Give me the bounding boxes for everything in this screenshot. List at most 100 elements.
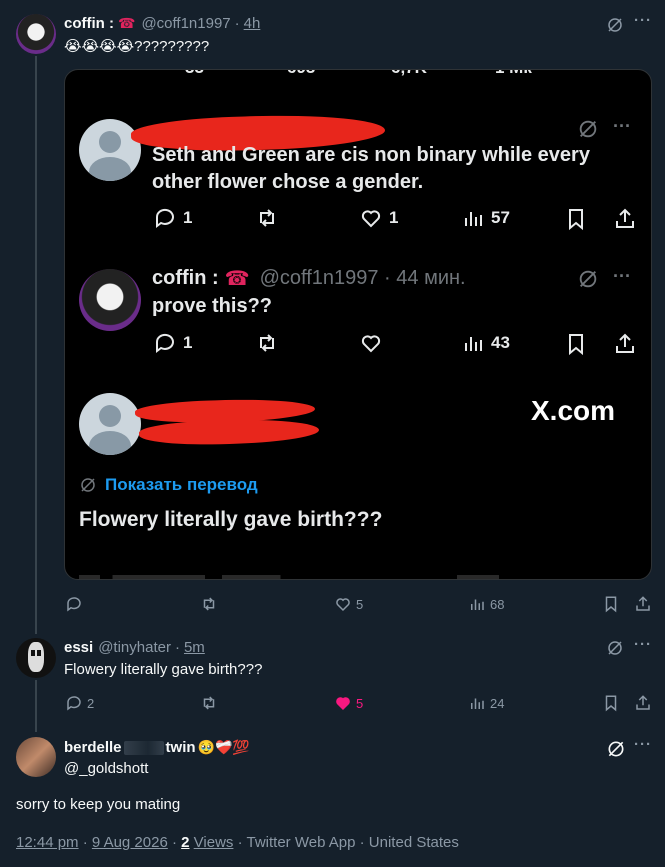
cropped-count: 693 — [287, 70, 315, 78]
share-icon — [616, 333, 634, 353]
watermark: X.com — [531, 395, 616, 426]
views-count: 68 — [490, 596, 505, 612]
phone-badge: ☎ — [118, 15, 136, 31]
reply-button[interactable] — [65, 595, 83, 613]
bookmark-icon — [605, 695, 617, 712]
decorative-glyphs — [123, 740, 164, 755]
retweet-button[interactable] — [200, 595, 218, 613]
avatar — [79, 269, 141, 331]
retweet-button[interactable] — [200, 694, 218, 712]
author-handle[interactable]: @tinyhater — [98, 639, 171, 656]
like-count: 1 — [389, 208, 399, 227]
author-handle[interactable]: @_goldshott — [64, 760, 148, 777]
reply-icon — [67, 696, 81, 711]
views-button[interactable]: 68 — [468, 595, 504, 613]
grok-icon[interactable] — [606, 16, 624, 34]
bookmark-button[interactable] — [602, 595, 620, 613]
views-icon — [465, 212, 482, 226]
inner-tweet-text: other flower chose a gender. — [152, 171, 424, 193]
share-icon — [636, 695, 650, 710]
tweet-date[interactable]: 9 Aug 2026 — [92, 834, 168, 851]
share-icon — [616, 208, 634, 228]
inner-tweet-text: Seth and Green are cis non binary while … — [152, 144, 590, 166]
more-icon[interactable]: ··· — [634, 12, 652, 29]
timestamp[interactable]: 4h — [244, 15, 261, 32]
reply-icon — [155, 333, 174, 353]
cropped-count: 33 — [185, 70, 204, 78]
inner-author-name: coffin : — [152, 267, 219, 289]
grok-icon — [81, 478, 95, 492]
default-avatar — [79, 393, 141, 455]
share-button[interactable] — [634, 595, 652, 613]
like-icon — [336, 697, 350, 711]
reply-icon — [67, 597, 81, 612]
like-icon — [336, 598, 350, 612]
author-name[interactable]: berdelle — [64, 739, 122, 756]
separator: · — [174, 639, 180, 656]
like-icon — [361, 210, 381, 228]
cropped-count: 6,7K — [391, 70, 427, 78]
more-icon[interactable]: ··· — [634, 736, 652, 753]
cropped-footer — [79, 575, 499, 579]
tweet-time[interactable]: 12:44 pm — [16, 834, 79, 851]
retweet-icon — [203, 696, 215, 710]
retweet-icon — [203, 597, 215, 611]
author-name[interactable]: coffin : — [64, 15, 114, 32]
grok-icon[interactable] — [606, 739, 626, 759]
thread-line — [35, 56, 37, 634]
attached-image[interactable]: 33 693 6,7K 1 Mк ··· Seth and Green are … — [64, 69, 652, 580]
reply-button[interactable]: 2 — [65, 694, 94, 712]
author-handle[interactable]: @coff1n1997 — [141, 15, 230, 32]
reply-count: 1 — [183, 333, 193, 352]
like-button[interactable]: 5 — [334, 595, 363, 613]
more-icon: ··· — [613, 116, 631, 136]
cropped-count: 1 Mк — [495, 70, 532, 78]
main-tweet-text: sorry to keep you mating — [16, 796, 181, 813]
views-count: 24 — [490, 695, 505, 711]
share-button[interactable] — [634, 694, 652, 712]
views-icon — [471, 599, 484, 610]
views-icon — [471, 698, 484, 709]
like-count: 5 — [356, 596, 364, 612]
more-icon: ··· — [613, 266, 631, 286]
avatar[interactable] — [16, 737, 56, 777]
retweet-icon — [260, 334, 274, 352]
like-count: 5 — [356, 695, 364, 711]
grok-icon[interactable] — [606, 639, 624, 657]
default-avatar — [79, 119, 141, 181]
reply-count: 2 — [87, 695, 95, 711]
author-name[interactable]: essi — [64, 639, 93, 656]
views-count: 43 — [491, 333, 510, 352]
views-label[interactable]: Views — [194, 834, 234, 851]
bookmark-button[interactable] — [602, 694, 620, 712]
timestamp[interactable]: 5m — [184, 639, 205, 656]
inner-tweet-text: prove this?? — [152, 295, 273, 317]
thread-line — [35, 680, 37, 732]
tweet-client: Twitter Web App — [246, 834, 356, 851]
views-count: 57 — [491, 208, 510, 227]
like-button[interactable]: 5 — [334, 694, 363, 712]
share-icon — [636, 596, 650, 611]
reply-count: 1 — [183, 208, 193, 227]
avatar[interactable] — [16, 14, 56, 54]
like-icon — [361, 335, 381, 353]
separator: · — [234, 15, 240, 32]
phone-badge: ☎ — [224, 268, 250, 290]
views-count[interactable]: 2 — [181, 834, 189, 851]
bookmark-icon — [605, 596, 617, 613]
views-button[interactable]: 24 — [468, 694, 504, 712]
bookmark-icon — [569, 334, 583, 356]
tweet-meta: 12:44 pm · 9 Aug 2026 · 2 Views · Twitte… — [16, 834, 459, 851]
author-name-suffix[interactable]: twin — [166, 739, 196, 756]
bookmark-icon — [569, 209, 583, 231]
tweet-location: United States — [368, 834, 459, 851]
inner-tweet-text: Flowery literally gave birth??? — [79, 508, 383, 531]
inner-author-handle: @coff1n1997 · 44 мин. — [259, 267, 466, 289]
avatar[interactable] — [16, 638, 56, 678]
tweet-text: 😭😭😭😭????????? — [64, 38, 210, 55]
translate-link: Показать перевод — [105, 475, 258, 494]
reply-icon — [155, 208, 174, 228]
retweet-icon — [260, 209, 274, 227]
grok-icon — [579, 120, 597, 138]
more-icon[interactable]: ··· — [634, 636, 652, 653]
